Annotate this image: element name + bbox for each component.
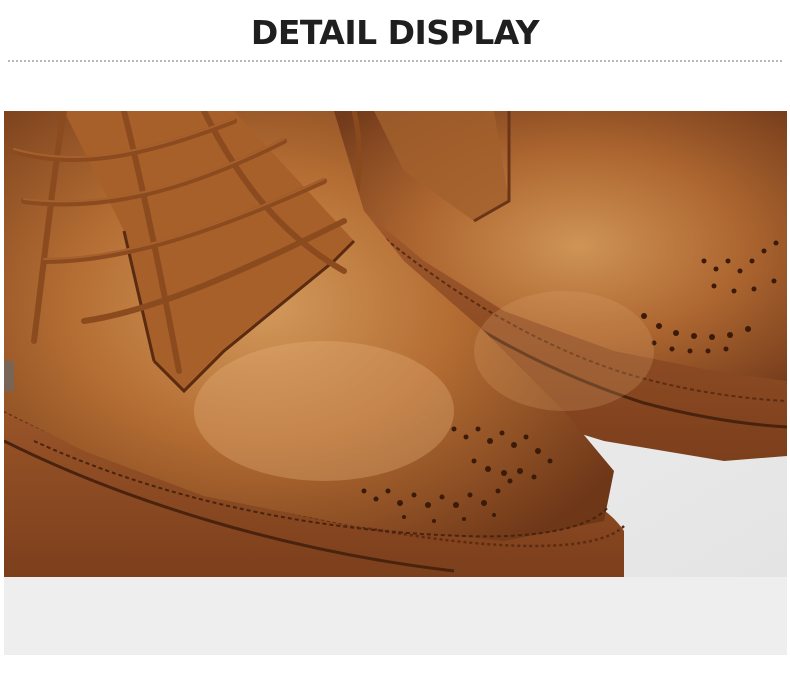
caption-band: [4, 577, 787, 655]
product-photo: [4, 111, 787, 577]
dotted-divider: [8, 60, 782, 62]
header: DETAIL DISPLAY: [0, 0, 790, 62]
page-title: DETAIL DISPLAY: [250, 13, 540, 52]
shoe-image: [4, 111, 787, 577]
